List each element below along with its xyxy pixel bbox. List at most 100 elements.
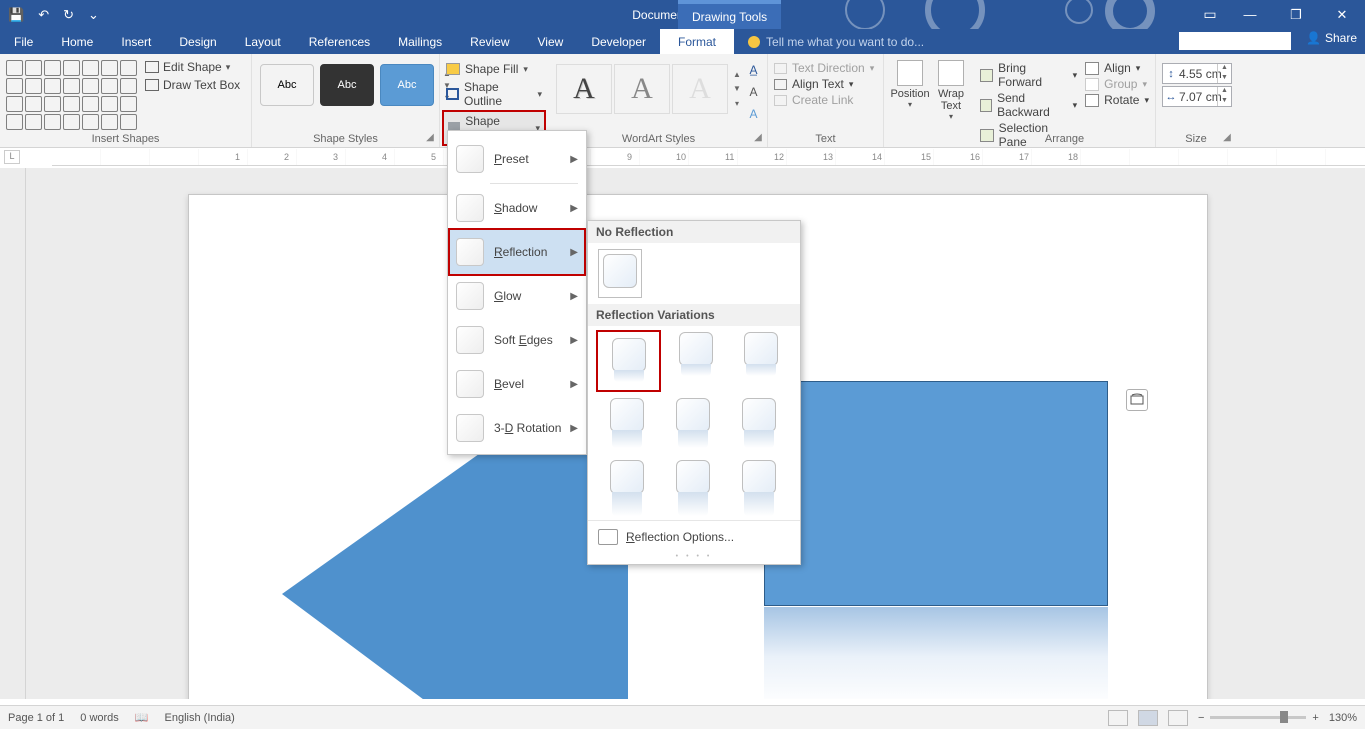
dialog-launcher-icon[interactable]: ◢ (752, 132, 764, 144)
tab-review[interactable]: Review (456, 29, 523, 54)
search-box[interactable] (1179, 32, 1291, 50)
word-count[interactable]: 0 words (80, 712, 119, 724)
shape-fill-button[interactable]: Shape Fill▾ (442, 60, 532, 78)
print-layout-view-icon[interactable] (1138, 710, 1158, 726)
fx-bevel[interactable]: Bevel ▶ (450, 362, 584, 406)
read-mode-view-icon[interactable] (1108, 710, 1128, 726)
vertical-ruler[interactable] (0, 168, 26, 699)
share-button[interactable]: 👤 Share (1306, 31, 1357, 45)
language-indicator[interactable]: English (India) (165, 712, 235, 724)
rotation-3d-icon (456, 414, 484, 442)
shape-style-gallery[interactable]: Abc Abc Abc ▲▼▾ (256, 58, 454, 106)
bring-forward-icon (980, 69, 993, 82)
zoom-slider[interactable]: − + (1198, 712, 1319, 724)
zoom-out-icon[interactable]: − (1198, 712, 1204, 724)
tab-developer[interactable]: Developer (577, 29, 660, 54)
page-indicator[interactable]: Page 1 of 1 (8, 712, 64, 724)
tell-me-search[interactable]: Tell me what you want to do... (734, 29, 924, 54)
style-preset-1[interactable]: Abc (260, 64, 314, 106)
zoom-level[interactable]: 130% (1329, 712, 1357, 724)
save-icon[interactable]: 💾 (8, 7, 24, 23)
horizontal-ruler[interactable]: 123456789101112131415161718 (52, 149, 1365, 166)
tab-view[interactable]: View (524, 29, 578, 54)
text-fill-icon[interactable]: A̲ (746, 62, 761, 78)
shape-height-input[interactable]: ↕ 4.55 cm ▲▼ (1162, 63, 1232, 84)
spinner[interactable]: ▲▼ (1217, 87, 1231, 106)
text-effects-icon[interactable]: A (746, 106, 761, 122)
text-direction-button[interactable]: Text Direction▾ (772, 60, 876, 76)
reflection-options-icon (598, 529, 618, 545)
qat-more-icon[interactable]: ⌄ (88, 7, 99, 23)
tab-selector-icon[interactable]: L (4, 150, 20, 164)
tab-references[interactable]: References (295, 29, 384, 54)
fx-3d-rotation[interactable]: 3-D Rotation ▶ (450, 406, 584, 450)
zoom-track[interactable] (1210, 716, 1306, 719)
rectangle-shape[interactable] (764, 381, 1108, 606)
rotate-button[interactable]: Rotate▾ (1083, 92, 1151, 108)
group-arrange: Bring Forward▾ Send Backward▾ Selection … (974, 54, 1156, 147)
fx-preset[interactable]: Preset ▶ (450, 135, 584, 181)
reflection-variation-7[interactable] (594, 456, 660, 518)
wordart-preset-1[interactable]: A (556, 64, 612, 114)
style-preset-3[interactable]: Abc (380, 64, 434, 106)
style-preset-2[interactable]: Abc (320, 64, 374, 106)
close-button[interactable]: ✕ (1319, 7, 1365, 23)
send-backward-button[interactable]: Send Backward▾ (978, 90, 1079, 120)
create-link-button[interactable]: Create Link (772, 92, 855, 108)
soft-edges-icon (456, 326, 484, 354)
bring-forward-button[interactable]: Bring Forward▾ (978, 60, 1079, 90)
reflection-variation-4[interactable] (594, 394, 660, 456)
wordart-side-buttons: A̲ A A (744, 58, 763, 126)
align-text-button[interactable]: Align Text▾ (772, 76, 855, 92)
no-reflection-option[interactable] (598, 249, 642, 298)
position-button[interactable]: Position ▾ (888, 58, 932, 111)
dialog-launcher-icon[interactable]: ◢ (424, 132, 436, 144)
align-button[interactable]: Align▾ (1083, 60, 1151, 76)
layout-options-button[interactable] (1126, 389, 1148, 411)
wordart-scroll[interactable]: ▲▼▾ (730, 64, 744, 114)
fx-glow[interactable]: Glow ▶ (450, 274, 584, 318)
spinner[interactable]: ▲▼ (1217, 64, 1231, 83)
text-outline-icon[interactable]: A (746, 84, 761, 100)
ribbon-tabs: File Home Insert Design Layout Reference… (0, 29, 1365, 54)
wrap-text-button[interactable]: Wrap Text ▾ (932, 58, 970, 123)
wordart-gallery[interactable]: A A A ▲▼▾ (554, 58, 744, 114)
reflection-options-button[interactable]: Reflection Options... (588, 520, 800, 553)
zoom-in-icon[interactable]: + (1312, 712, 1318, 724)
reflection-variation-8[interactable] (660, 456, 726, 518)
fx-reflection[interactable]: Reflection ▶ (448, 228, 586, 276)
tab-design[interactable]: Design (165, 29, 230, 54)
tab-insert[interactable]: Insert (107, 29, 165, 54)
reflection-variation-9[interactable] (726, 456, 792, 518)
reflection-variation-3[interactable] (729, 328, 794, 390)
shapes-gallery[interactable] (4, 58, 139, 132)
reflection-variation-1[interactable] (596, 330, 661, 392)
reflection-variation-6[interactable] (726, 394, 792, 456)
draw-text-box-button[interactable]: Draw Text Box (145, 78, 240, 92)
tab-home[interactable]: Home (47, 29, 107, 54)
reflection-variation-2[interactable] (663, 328, 728, 390)
dialog-launcher-icon[interactable]: ◢ (1221, 132, 1233, 144)
wordart-preset-3[interactable]: A (672, 64, 728, 114)
fx-soft-edges[interactable]: Soft Edges ▶ (450, 318, 584, 362)
zoom-thumb[interactable] (1280, 711, 1288, 723)
tab-file[interactable]: File (0, 29, 47, 54)
web-layout-view-icon[interactable] (1168, 710, 1188, 726)
spellcheck-icon[interactable]: 📖 (135, 711, 149, 724)
tab-format[interactable]: Format (660, 29, 734, 54)
edit-shape-button[interactable]: Edit Shape▾ (145, 60, 240, 74)
tab-layout[interactable]: Layout (231, 29, 295, 54)
wordart-preset-2[interactable]: A (614, 64, 670, 114)
shape-outline-button[interactable]: Shape Outline▾ (442, 78, 546, 110)
send-backward-icon (980, 99, 992, 112)
minimize-button[interactable]: — (1227, 7, 1273, 22)
restore-button[interactable]: ❐ (1273, 7, 1319, 23)
fx-shadow[interactable]: Shadow ▶ (450, 186, 584, 230)
redo-icon[interactable]: ↻ (63, 7, 74, 23)
undo-icon[interactable]: ↶ (38, 7, 49, 23)
shape-width-input[interactable]: ↔ 7.07 cm ▲▼ (1162, 86, 1232, 107)
reflection-variation-5[interactable] (660, 394, 726, 456)
tab-mailings[interactable]: Mailings (384, 29, 456, 54)
ribbon-display-options-icon[interactable]: ▭ (1193, 6, 1227, 23)
group-button[interactable]: Group▾ (1083, 76, 1151, 92)
